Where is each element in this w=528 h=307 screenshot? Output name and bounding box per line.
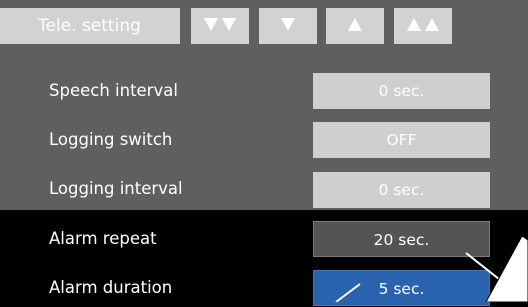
alarm-duration-value[interactable]: 5 sec. bbox=[313, 270, 490, 306]
alarm-repeat-label: Alarm repeat bbox=[49, 229, 157, 248]
logging-switch-label: Logging switch bbox=[49, 130, 173, 149]
speech-interval-value[interactable]: 0 sec. bbox=[313, 73, 490, 109]
logging-interval-value[interactable]: 0 sec. bbox=[313, 172, 490, 208]
logging-interval-label: Logging interval bbox=[49, 179, 183, 198]
callout-wedge-icon bbox=[485, 235, 528, 302]
down-button[interactable] bbox=[259, 8, 317, 44]
double-up-triangle-icon bbox=[394, 18, 452, 34]
page-down-button[interactable] bbox=[191, 8, 249, 44]
down-triangle-icon bbox=[259, 18, 317, 34]
alarm-duration-label: Alarm duration bbox=[49, 278, 173, 297]
double-down-triangle-icon bbox=[191, 18, 249, 34]
speech-interval-label: Speech interval bbox=[49, 81, 178, 100]
alarm-repeat-value[interactable]: 20 sec. bbox=[313, 221, 490, 257]
up-triangle-icon bbox=[326, 18, 384, 34]
logging-switch-value[interactable]: OFF bbox=[313, 122, 490, 158]
tab-tele-setting[interactable]: Tele. setting bbox=[0, 8, 180, 44]
page-up-button[interactable] bbox=[394, 8, 452, 44]
up-button[interactable] bbox=[326, 8, 384, 44]
